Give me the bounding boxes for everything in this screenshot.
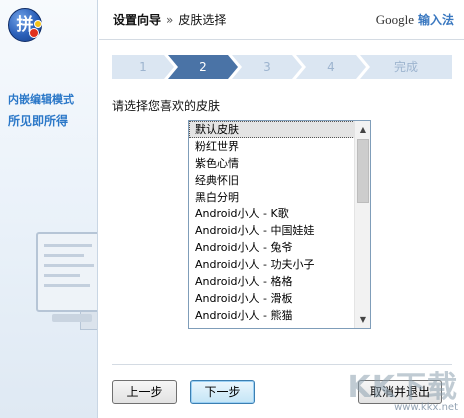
sidebar: 拼 内嵌编辑模式 所见即所得	[0, 0, 98, 418]
brand-product: 输入法	[417, 13, 454, 27]
page-title: 皮肤选择	[178, 13, 227, 27]
step-4: 4	[296, 55, 366, 79]
feature-inline-edit: 内嵌编辑模式	[8, 93, 74, 106]
scroll-thumb[interactable]	[357, 139, 369, 203]
skin-item[interactable]: 默认皮肤	[189, 121, 355, 138]
step-1: 1	[112, 55, 174, 79]
prev-button[interactable]: 上一步	[112, 380, 177, 404]
scroll-down-arrow-icon[interactable]: ▼	[355, 311, 371, 328]
skin-list: 默认皮肤 粉红世界 紫色心情 经典怀旧 黑白分明 Android小人 - K歌 …	[189, 121, 355, 328]
skin-item[interactable]: 粉红世界	[189, 138, 355, 155]
step-1-label: 1	[139, 60, 147, 74]
feature-wysiwyg: 所见即所得	[8, 114, 69, 128]
skin-item[interactable]: Android小人 - 熊猫	[189, 307, 355, 324]
step-finish: 完成	[360, 55, 452, 79]
logo-red-dot	[29, 28, 39, 38]
list-scrollbar[interactable]: ▲ ▼	[354, 121, 370, 328]
skin-item[interactable]: Android小人 - K歌	[189, 205, 355, 222]
watermark-url: www.kkx.net	[394, 402, 458, 413]
skin-item[interactable]: 经典怀旧	[189, 172, 355, 189]
skin-item[interactable]: Android小人 - 格格	[189, 273, 355, 290]
step-2-label: 2	[199, 60, 207, 74]
skin-item[interactable]: Android小人 - 兔爷	[189, 239, 355, 256]
skin-item[interactable]: Android小人 - 功夫小子	[189, 256, 355, 273]
step-finish-label: 完成	[393, 60, 418, 74]
skin-item[interactable]: Android小人 - 滑板	[189, 290, 355, 307]
breadcrumb: 设置向导 » 皮肤选择	[113, 11, 226, 28]
step-3-label: 3	[263, 60, 271, 74]
step-2: 2	[168, 55, 238, 79]
skin-item[interactable]: 紫色心情	[189, 155, 355, 172]
step-4-label: 4	[327, 60, 335, 74]
watermark-logo: KK下载	[347, 370, 458, 405]
logo-yellow-dot	[34, 20, 42, 28]
header: 设置向导 » 皮肤选择 Google 输入法	[99, 0, 464, 40]
skin-listbox[interactable]: 默认皮肤 粉红世界 紫色心情 经典怀旧 黑白分明 Android小人 - K歌 …	[188, 120, 371, 329]
brand-google: Google	[375, 12, 414, 27]
skin-prompt: 请选择您喜欢的皮肤	[112, 99, 221, 113]
scroll-up-arrow-icon[interactable]: ▲	[355, 121, 371, 138]
breadcrumb-separator: »	[166, 13, 174, 27]
step-progress: 1 2 3 4 完成	[112, 55, 452, 79]
computer-illustration	[36, 232, 97, 332]
wizard-title: 设置向导	[113, 13, 162, 27]
skin-item[interactable]: Android小人 - 中国娃娃	[189, 222, 355, 239]
skin-item[interactable]: 黑白分明	[189, 189, 355, 206]
brand: Google 输入法	[376, 11, 454, 28]
next-button[interactable]: 下一步	[190, 380, 255, 404]
step-3: 3	[232, 55, 302, 79]
